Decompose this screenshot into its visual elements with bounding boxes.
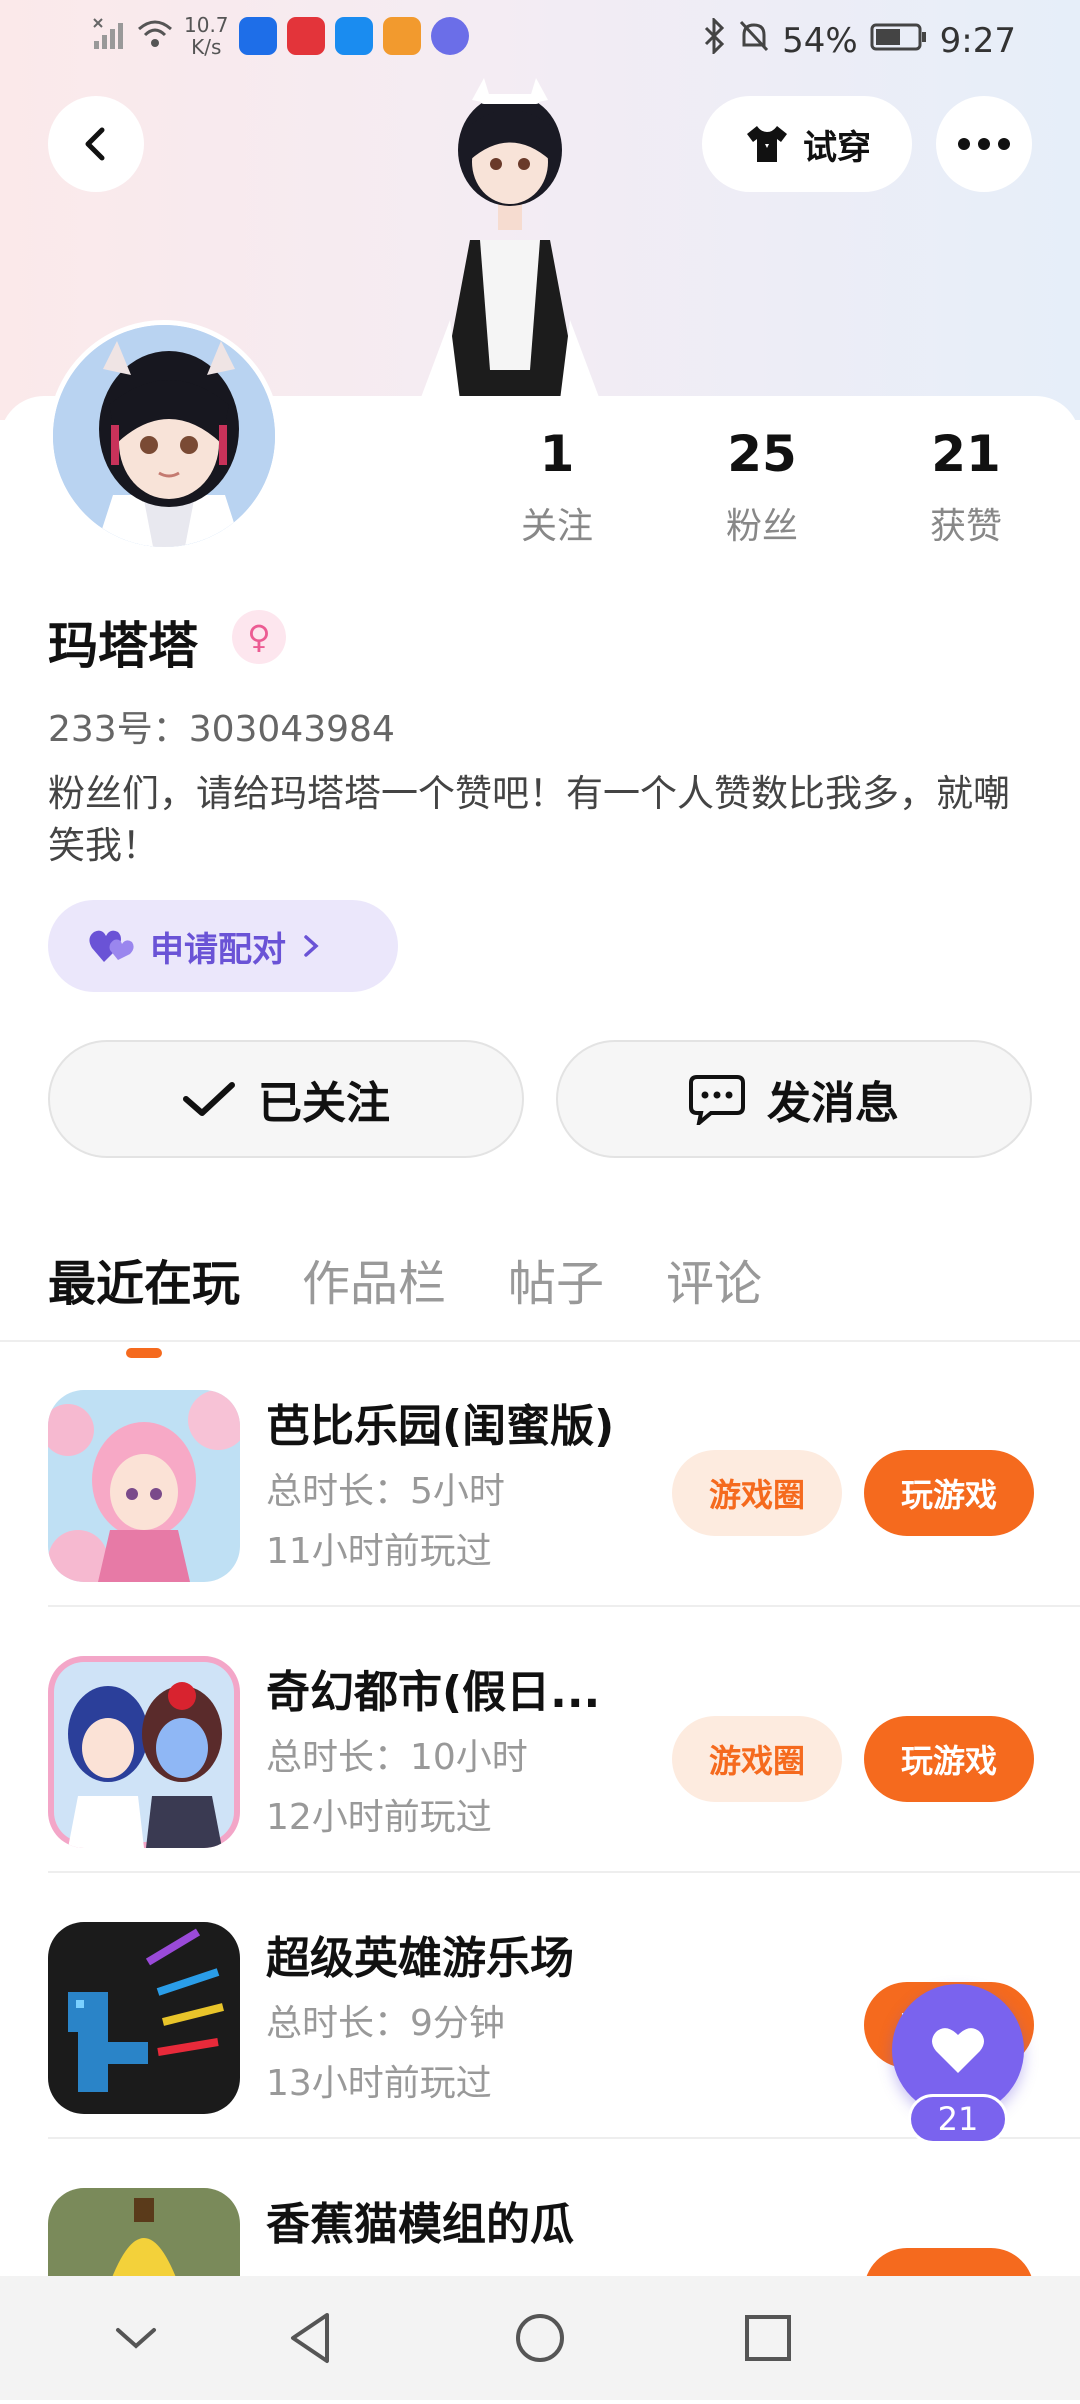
game-thumbnail[interactable] xyxy=(48,1922,240,2114)
try-on-button[interactable]: 试穿 xyxy=(702,96,912,192)
send-message-label: 发消息 xyxy=(767,1078,899,1129)
video-app-icon xyxy=(382,17,421,55)
tab-posts[interactable]: 帖子 xyxy=(508,1244,604,1314)
fans-label: 粉丝 xyxy=(725,506,798,547)
avatar-figure-illustration xyxy=(420,78,600,400)
back-triangle-icon xyxy=(291,2313,329,2363)
likes-label: 获赞 xyxy=(929,506,1002,547)
profile-tabs: 最近在玩 作品栏 帖子 评论 xyxy=(48,1244,824,1314)
game-last-played: 12小时前玩过 xyxy=(266,1797,492,1838)
pair-request-label: 申请配对 xyxy=(150,929,286,970)
status-bar: 10.7 K/s 54% 9:27 xyxy=(0,0,1080,78)
play-game-button[interactable]: 玩游戏 xyxy=(864,1716,1034,1802)
signal-icon xyxy=(92,17,126,55)
followed-label: 已关注 xyxy=(258,1078,390,1129)
game-circle-button[interactable]: 游戏圈 xyxy=(672,1716,842,1802)
likes-stat[interactable]: 21 获赞 xyxy=(886,425,1046,549)
back-button[interactable] xyxy=(48,96,144,192)
tshirt-icon xyxy=(747,126,787,162)
game-circle-button[interactable]: 游戏圈 xyxy=(672,1450,842,1536)
back-arrow-icon xyxy=(85,127,105,161)
chevron-down-icon xyxy=(116,2328,156,2349)
game-duration: 总时长：9分钟 xyxy=(266,2003,505,2044)
pair-request-button[interactable]: 申请配对 xyxy=(48,900,398,992)
battery-icon xyxy=(870,21,928,61)
home-circle-icon xyxy=(516,2314,564,2362)
avatar[interactable] xyxy=(48,320,280,552)
play-game-button[interactable]: 玩游戏 xyxy=(864,1450,1034,1536)
hearts-icon xyxy=(89,930,134,962)
heart-icon xyxy=(932,2028,984,2073)
fans-count: 25 xyxy=(727,425,797,483)
like-count-badge: 21 xyxy=(908,2094,1008,2144)
send-message-button[interactable]: 发消息 xyxy=(556,1040,1032,1158)
game-title: 芭比乐园(闺蜜版) xyxy=(266,1401,615,1452)
tab-works[interactable]: 作品栏 xyxy=(302,1244,446,1314)
nav-collapse-button[interactable] xyxy=(104,2306,168,2370)
network-speed: 10.7 K/s xyxy=(184,14,229,58)
following-label: 关注 xyxy=(520,506,593,547)
search-app-icon xyxy=(334,17,373,55)
more-button[interactable] xyxy=(936,96,1032,192)
tab-comments[interactable]: 评论 xyxy=(666,1244,762,1314)
nav-home-button[interactable] xyxy=(508,2306,572,2370)
bluetooth-icon xyxy=(702,16,726,63)
recents-square-icon xyxy=(745,2315,791,2361)
game-title: 香蕉猫模组的瓜 xyxy=(266,2199,574,2250)
following-stat[interactable]: 1 关注 xyxy=(477,425,637,549)
system-nav-bar xyxy=(0,2276,1080,2400)
game-duration: 总时长：10小时 xyxy=(266,1737,528,1778)
chevron-right-icon xyxy=(304,935,319,957)
game-last-played: 13小时前玩过 xyxy=(266,2063,492,2104)
network-speed-value: 10.7 xyxy=(184,13,229,37)
game-duration: 总时长：5小时 xyxy=(266,1471,505,1512)
try-on-label: 试穿 xyxy=(803,127,871,168)
checkmark-icon xyxy=(183,1082,235,1116)
list-item[interactable]: 奇幻都市(假日... 总时长：10小时 12小时前玩过 游戏圈 玩游戏 xyxy=(48,1606,1080,1873)
chat-bubble-icon xyxy=(689,1075,745,1125)
profile-bio: 粉丝们，请给玛塔塔一个赞吧！有一个人赞数比我多，就嘲笑我！ xyxy=(48,772,1010,867)
game-title: 超级英雄游乐场 xyxy=(266,1933,574,1984)
profile-name: 玛塔塔 xyxy=(48,617,198,675)
wifi-icon xyxy=(136,17,174,55)
avatar-portrait xyxy=(53,325,275,547)
bulb-app-icon xyxy=(238,17,277,55)
list-item[interactable]: 芭比乐园(闺蜜版) 总时长：5小时 11小时前玩过 游戏圈 玩游戏 xyxy=(48,1340,1080,1607)
game-thumbnail[interactable] xyxy=(48,1390,240,1582)
clock: 9:27 xyxy=(939,20,1016,61)
followed-button[interactable]: 已关注 xyxy=(48,1040,524,1158)
mute-icon xyxy=(738,19,770,62)
game-title: 奇幻都市(假日... xyxy=(266,1667,601,1718)
tab-recently-played[interactable]: 最近在玩 xyxy=(48,1244,240,1314)
music-app-icon xyxy=(430,17,469,55)
book-app-icon xyxy=(286,17,325,55)
network-speed-unit: K/s xyxy=(191,35,222,59)
following-count: 1 xyxy=(539,425,575,483)
nav-back-button[interactable] xyxy=(278,2306,342,2370)
fans-stat[interactable]: 25 粉丝 xyxy=(682,425,842,549)
game-last-played: 11小时前玩过 xyxy=(266,1531,492,1572)
more-dots-icon xyxy=(958,138,1010,150)
battery-percent: 54% xyxy=(782,20,858,61)
female-gender-icon: ♀ xyxy=(232,610,286,664)
user-id: 233号：303043984 xyxy=(48,709,395,750)
game-thumbnail[interactable] xyxy=(48,1656,240,1848)
likes-count: 21 xyxy=(931,425,1001,483)
nav-recents-button[interactable] xyxy=(736,2306,800,2370)
